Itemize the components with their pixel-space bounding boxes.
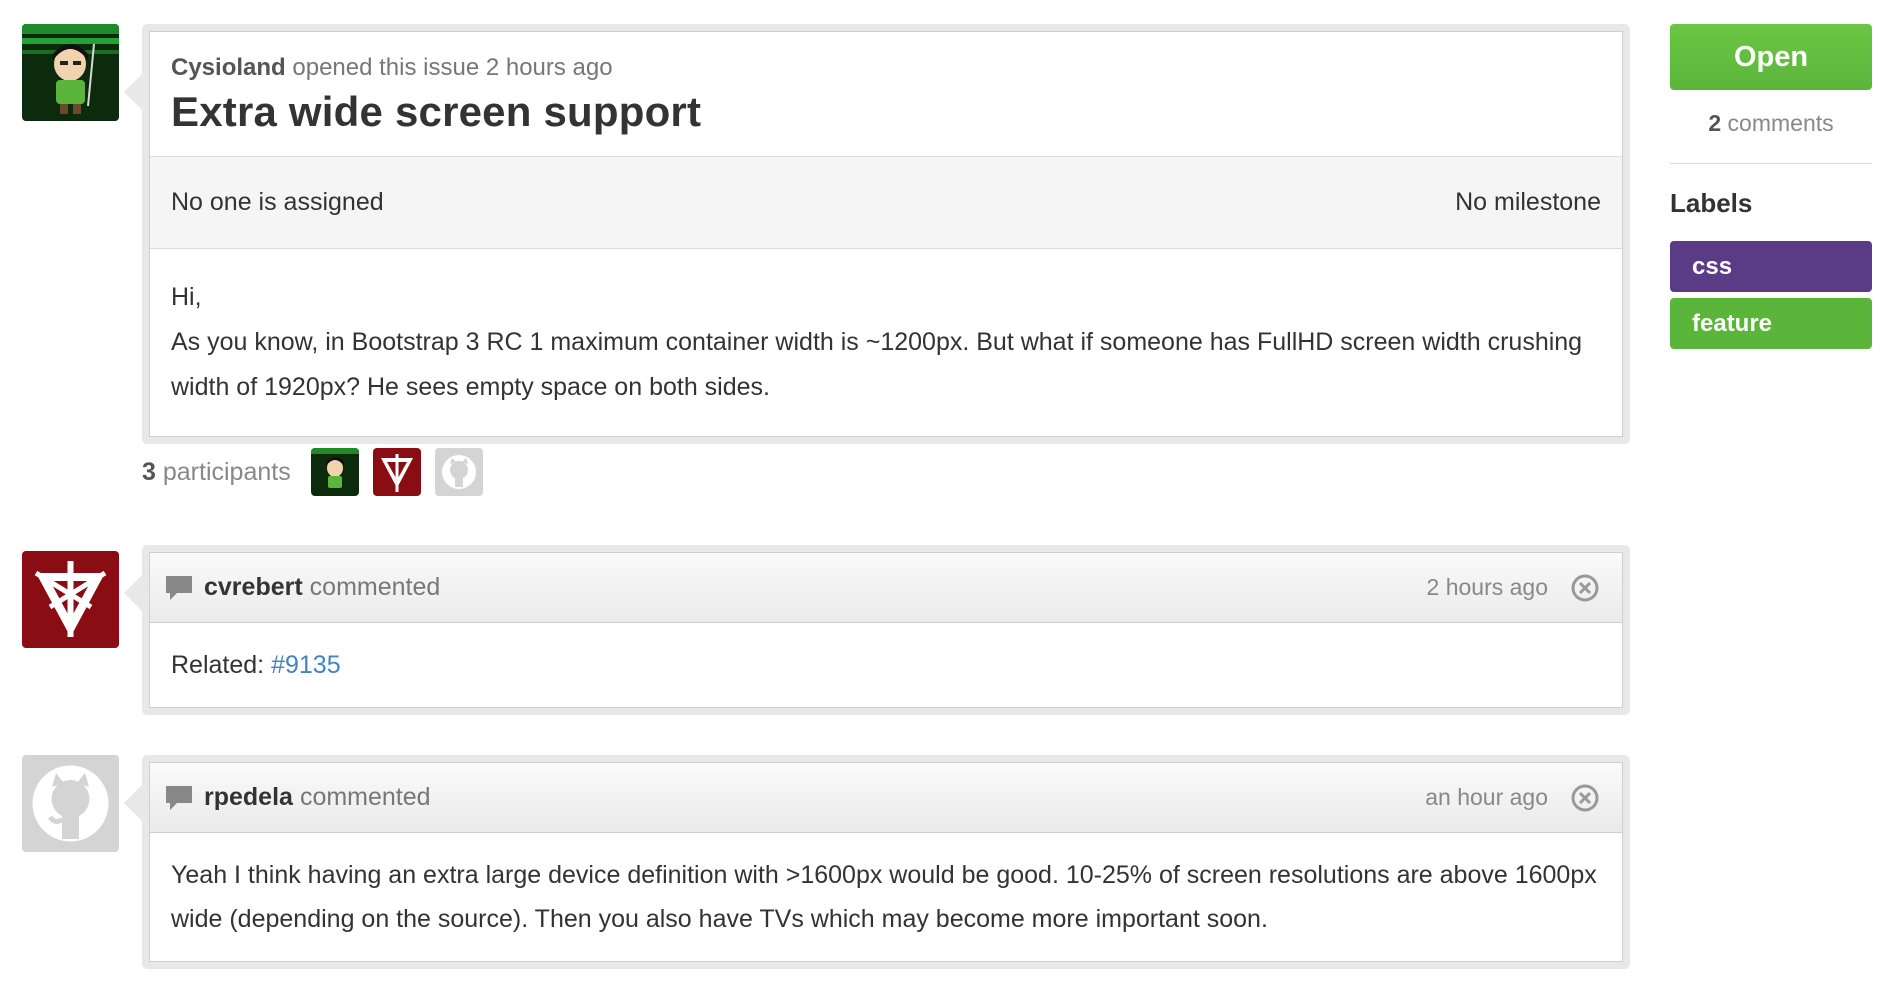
label-css[interactable]: css: [1670, 241, 1872, 292]
comment-count-number: 2: [1708, 110, 1722, 136]
issue-body-greeting: Hi,: [171, 283, 202, 311]
cysioland-mini-avatar: [310, 448, 359, 496]
comment-body: Related: #9135: [150, 623, 1622, 707]
comment-box-arrow: [124, 785, 142, 821]
issue-box-inner: Cysioland opened this issue 2 hours ago …: [149, 31, 1623, 437]
author-avatar[interactable]: [22, 24, 119, 121]
participant-avatar-rpedela[interactable]: [434, 448, 483, 496]
comment-action: commented: [309, 573, 441, 601]
comment-box-cvrebert: cvrebert commented 2 hours ago Related: …: [124, 545, 1630, 715]
comment-author-link[interactable]: rpedela: [204, 783, 293, 812]
participants-count: 3 participants: [142, 458, 291, 487]
comment-box-rpedela: rpedela commented an hour ago Yeah I thi…: [124, 755, 1630, 969]
issue-opened-text: opened this issue 2 hours ago: [292, 54, 613, 81]
issue-box-arrow: [124, 74, 142, 110]
comment-timestamp[interactable]: 2 hours ago: [1427, 574, 1548, 601]
comment-header: rpedela commented an hour ago: [150, 763, 1622, 833]
participant-avatar-cysioland[interactable]: [310, 448, 359, 496]
issue-body-paragraph: As you know, in Bootstrap 3 RC 1 maximum…: [171, 328, 1583, 401]
comment-header: cvrebert commented 2 hours ago: [150, 553, 1622, 623]
comment-inner: rpedela commented an hour ago Yeah I thi…: [149, 762, 1623, 962]
issue-header: Cysioland opened this issue 2 hours ago …: [150, 32, 1622, 157]
rpedela-mini-avatar: [434, 448, 483, 496]
participants-label: participants: [162, 457, 291, 486]
labels-heading: Labels: [1670, 188, 1753, 218]
issue-title: Extra wide screen support: [171, 88, 702, 135]
milestone-text[interactable]: No milestone: [1455, 188, 1601, 217]
sidebar-divider: [1670, 163, 1872, 164]
rpedela-avatar-image: [22, 755, 119, 852]
close-icon[interactable]: [1570, 573, 1600, 603]
issue-state-badge[interactable]: Open: [1670, 24, 1872, 90]
comment-count-label: comments: [1727, 110, 1834, 136]
comment-author-link[interactable]: cvrebert: [204, 573, 303, 602]
assignee-text[interactable]: No one is assigned: [171, 188, 384, 217]
comment-count: 2 comments: [1670, 110, 1872, 137]
issue-reference-link[interactable]: #9135: [271, 651, 341, 679]
cvrebert-avatar[interactable]: [22, 551, 119, 648]
comment-timestamp[interactable]: an hour ago: [1425, 784, 1548, 811]
issue-author-link[interactable]: Cysioland: [171, 54, 286, 81]
label-feature[interactable]: feature: [1670, 298, 1872, 349]
issue-meta: Cysioland opened this issue 2 hours ago: [171, 54, 1601, 82]
cvrebert-mini-avatar: [372, 448, 421, 496]
cysioland-avatar-image: [22, 24, 119, 121]
cvrebert-avatar-image: [22, 551, 119, 648]
issue-body: Hi, As you know, in Bootstrap 3 RC 1 max…: [150, 249, 1622, 436]
issue-box: Cysioland opened this issue 2 hours ago …: [124, 24, 1630, 444]
comment-bubble-icon: [166, 575, 192, 600]
comment-body-text: Related:: [171, 651, 265, 679]
rpedela-avatar[interactable]: [22, 755, 119, 852]
participants-number: 3: [142, 457, 156, 486]
issue-assignment-bar: No one is assigned No milestone: [150, 157, 1622, 249]
comment-inner: cvrebert commented 2 hours ago Related: …: [149, 552, 1623, 708]
comment-bubble-icon: [166, 785, 192, 810]
comment-body: Yeah I think having an extra large devic…: [171, 861, 1597, 933]
participant-avatar-cvrebert[interactable]: [372, 448, 421, 496]
comment-box-arrow: [124, 575, 142, 611]
participants-bar: 3 participants: [142, 448, 483, 496]
comment-action: commented: [299, 783, 431, 811]
close-icon[interactable]: [1570, 783, 1600, 813]
